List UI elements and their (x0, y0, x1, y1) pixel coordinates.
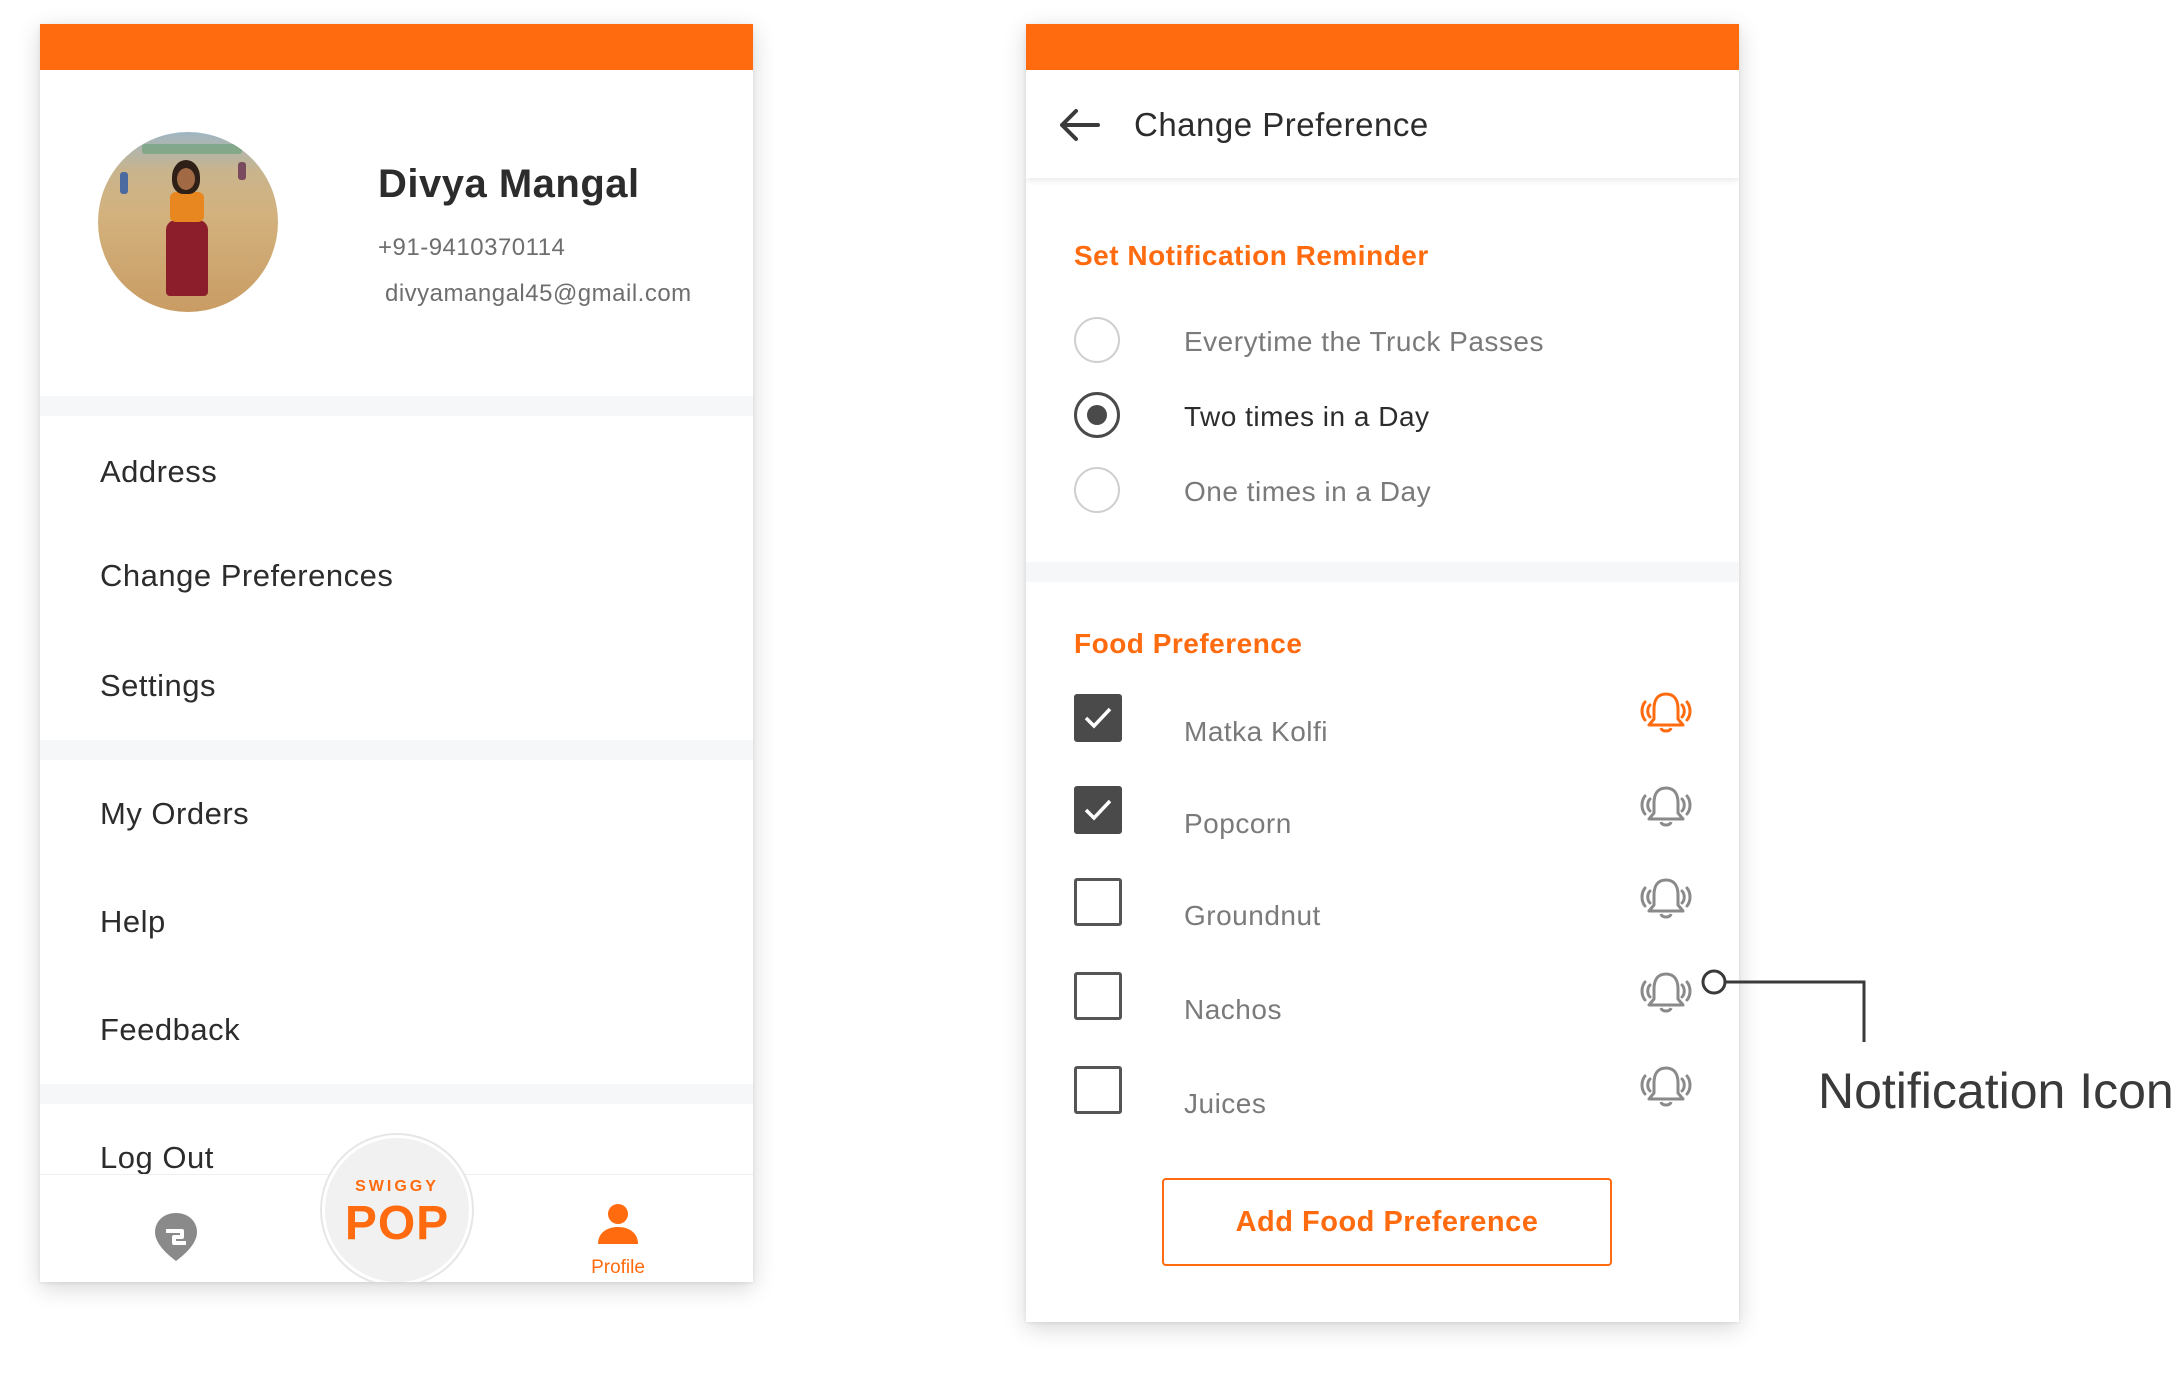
section-divider (1026, 562, 1739, 582)
bell-active-icon[interactable] (1638, 690, 1694, 734)
bell-icon[interactable] (1638, 876, 1694, 920)
checkbox-groundnut[interactable] (1074, 878, 1122, 926)
arrow-left-icon[interactable] (1058, 108, 1100, 142)
food-label: Groundnut (1184, 900, 1321, 931)
food-label: Matka Kolfi (1184, 716, 1328, 747)
page-title: Change Preference (1134, 106, 1429, 143)
annotation-label: Notification Icon (1818, 1063, 2174, 1119)
status-bar (1026, 24, 1739, 70)
food-section-title: Food Preference (1074, 628, 1303, 659)
checkbox-matka-kolfi[interactable] (1074, 694, 1122, 742)
option-label: Everytime the Truck Passes (1184, 326, 1545, 357)
section-divider (40, 396, 753, 416)
user-email: divyamangal45@gmail.com (385, 280, 692, 307)
swiggy-logo-icon[interactable] (152, 1211, 200, 1263)
person-icon[interactable] (596, 1202, 640, 1246)
preference-screen: Change Preference Set Notification Remin… (1026, 24, 1739, 1322)
menu-item-settings[interactable]: Settings (100, 668, 216, 704)
menu-item-address[interactable]: Address (100, 454, 217, 490)
app-bar: Change Preference (1026, 70, 1739, 178)
section-divider (40, 1084, 753, 1104)
profile-screen: Divya Mangal +91-9410370114 divyamangal4… (40, 24, 753, 1282)
add-food-preference-button[interactable]: Add Food Preference (1162, 1178, 1612, 1266)
user-name: Divya Mangal (378, 162, 640, 206)
menu-item-feedback[interactable]: Feedback (100, 1012, 240, 1048)
bell-icon[interactable] (1638, 1064, 1694, 1108)
food-label: Nachos (1184, 994, 1282, 1025)
radio-two-times[interactable] (1074, 392, 1120, 438)
avatar[interactable] (98, 132, 278, 312)
menu-item-my-orders[interactable]: My Orders (100, 796, 249, 832)
radio-one-time[interactable] (1074, 467, 1120, 513)
food-label: Popcorn (1184, 808, 1292, 839)
option-label: Two times in a Day (1184, 401, 1430, 432)
swiggy-pop-button[interactable]: SWIGGY POP (322, 1135, 472, 1282)
checkmark-icon (1084, 799, 1112, 821)
user-phone: +91-9410370114 (378, 234, 566, 261)
checkbox-popcorn[interactable] (1074, 786, 1122, 834)
menu-item-change-preferences[interactable]: Change Preferences (100, 558, 393, 594)
notification-section-title: Set Notification Reminder (1074, 240, 1429, 271)
food-label: Juices (1184, 1088, 1267, 1119)
radio-everytime[interactable] (1074, 317, 1120, 363)
checkbox-nachos[interactable] (1074, 972, 1122, 1020)
pop-brand-big: POP (344, 1197, 450, 1250)
pop-brand-small: SWIGGY (355, 1178, 439, 1195)
checkmark-icon (1084, 707, 1112, 729)
menu-item-log-out[interactable]: Log Out (100, 1140, 214, 1176)
menu-item-help[interactable]: Help (100, 904, 166, 940)
nav-profile-label[interactable]: Profile (580, 1257, 656, 1279)
option-label: One times in a Day (1184, 476, 1432, 507)
checkbox-juices[interactable] (1074, 1066, 1122, 1114)
bell-icon[interactable] (1638, 784, 1694, 828)
section-divider (40, 740, 753, 760)
bell-icon[interactable] (1638, 970, 1694, 1014)
status-bar (40, 24, 753, 70)
